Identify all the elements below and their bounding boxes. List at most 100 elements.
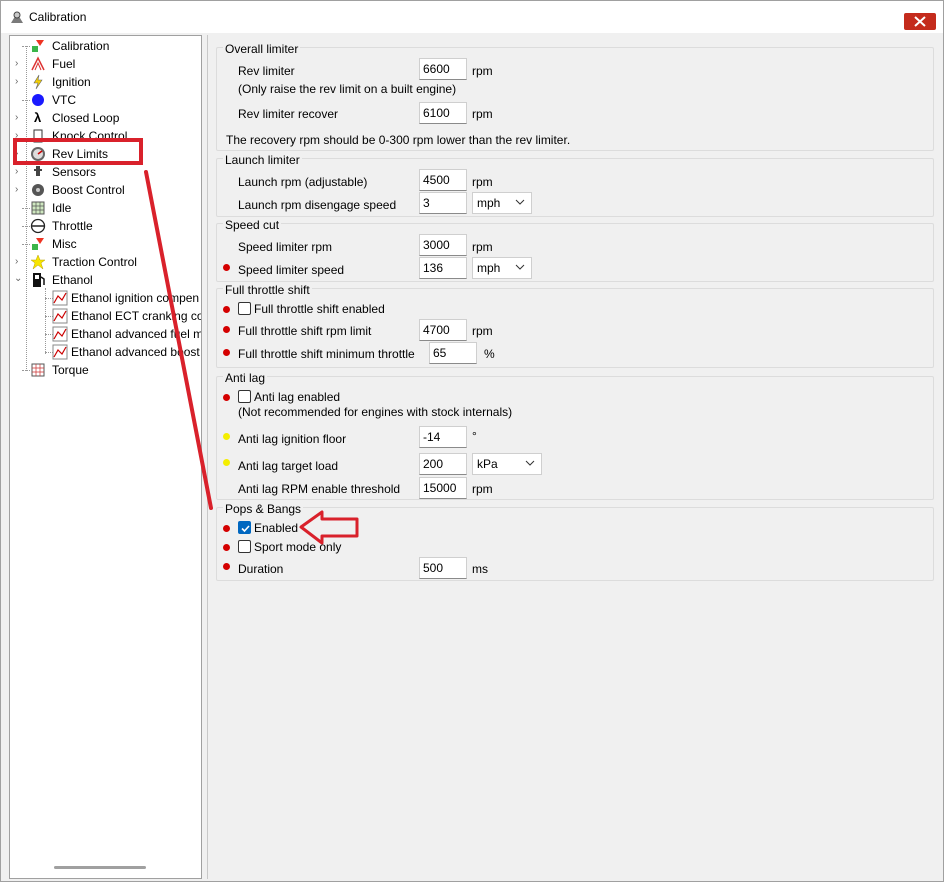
anti-lag-target-load-label: Anti lag target load — [238, 459, 339, 473]
fuel-icon — [31, 56, 45, 71]
full-throttle-rpm-limit-label: Full throttle shift rpm limit — [238, 324, 372, 338]
full-throttle-rpm-limit-input[interactable]: 4700 — [419, 319, 467, 341]
traction-icon — [30, 254, 46, 270]
anti-lag-enabled-checkbox[interactable] — [238, 390, 251, 403]
unit-label: rpm — [472, 324, 493, 338]
pops-bangs-enabled-checkbox[interactable] — [238, 521, 251, 534]
tree-item-calibration[interactable]: Calibration — [10, 37, 200, 55]
required-dot-icon — [223, 264, 230, 271]
speed-limiter-rpm-label: Speed limiter rpm — [238, 240, 333, 254]
tree-item-ethanol-ect-cranking[interactable]: Ethanol ECT cranking co — [10, 307, 201, 325]
duration-label: Duration — [238, 562, 284, 576]
speed-limiter-unit-select[interactable]: mph — [472, 257, 532, 279]
group-speed-cut: Speed cut Speed limiter rpm 3000 rpm Spe… — [216, 218, 934, 282]
sport-mode-only-checkbox[interactable] — [238, 540, 251, 553]
required-dot-icon — [223, 326, 230, 333]
chevron-right-icon[interactable]: › — [15, 256, 25, 268]
duration-input[interactable]: 500 — [419, 557, 467, 579]
chevron-down-icon — [515, 199, 525, 205]
chevron-right-icon[interactable]: › — [15, 166, 25, 178]
anti-lag-ignition-floor-label: Anti lag ignition floor — [238, 432, 347, 446]
launch-disengage-input[interactable]: 3 — [419, 192, 467, 214]
group-title: Launch limiter — [223, 153, 302, 167]
launch-disengage-unit-select[interactable]: mph — [472, 192, 532, 214]
tree-item-ethanol-advanced-boost[interactable]: Ethanol advanced boost — [10, 343, 200, 361]
rev-limiter-recover-input[interactable]: 6100 — [419, 102, 467, 124]
ignition-icon — [33, 74, 43, 90]
group-title: Anti lag — [223, 371, 268, 385]
chevron-right-icon[interactable]: › — [15, 184, 25, 196]
tree-item-torque[interactable]: Torque — [10, 361, 200, 379]
anti-lag-target-load-unit-select[interactable]: kPa — [472, 453, 542, 475]
unit-label: rpm — [472, 240, 493, 254]
tree-item-ethanol[interactable]: ⌄ Ethanol — [10, 271, 200, 289]
tree-item-idle[interactable]: Idle — [10, 199, 200, 217]
rev-limiter-note: (Only raise the rev limit on a built eng… — [238, 82, 457, 96]
speed-limiter-rpm-input[interactable]: 3000 — [419, 234, 467, 256]
table-graph-icon — [52, 308, 68, 324]
speed-limiter-speed-input[interactable]: 136 — [419, 257, 467, 279]
tree-item-closed-loop[interactable]: › λ Closed Loop — [10, 109, 200, 127]
unit-label: rpm — [472, 64, 493, 78]
close-icon — [914, 16, 926, 27]
misc-icon — [32, 238, 44, 250]
tree-item-boost-control[interactable]: › Boost Control — [10, 181, 200, 199]
group-title: Full throttle shift — [223, 283, 312, 297]
tree-item-misc[interactable]: Misc — [10, 235, 200, 253]
unit-label: % — [484, 347, 495, 361]
tree-item-ethanol-advanced-fuel[interactable]: Ethanol advanced fuel m — [10, 325, 201, 343]
unit-label: rpm — [472, 107, 493, 121]
calibration-icon — [32, 40, 44, 52]
full-throttle-min-throttle-input[interactable]: 65 — [429, 342, 477, 364]
group-title: Pops & Bangs — [223, 502, 304, 516]
torque-icon — [31, 363, 45, 377]
anti-lag-target-load-input[interactable]: 200 — [419, 453, 467, 475]
unit-label: ° — [472, 429, 477, 443]
chevron-right-icon[interactable]: › — [15, 112, 25, 124]
speed-limiter-speed-label: Speed limiter speed — [238, 263, 345, 277]
tree-item-traction-control[interactable]: › Traction Control — [10, 253, 200, 271]
group-title: Overall limiter — [223, 42, 301, 56]
anti-lag-note: (Not recommended for engines with stock … — [238, 405, 513, 419]
calibration-app-icon — [11, 11, 23, 23]
unit-label: ms — [472, 562, 488, 576]
rev-limiter-input[interactable]: 6600 — [419, 58, 467, 80]
tree-item-throttle[interactable]: Throttle — [10, 217, 200, 235]
anti-lag-rpm-threshold-input[interactable]: 15000 — [419, 477, 467, 499]
chevron-right-icon[interactable]: › — [15, 76, 25, 88]
chevron-down-icon — [525, 460, 535, 466]
chevron-down-icon — [515, 264, 525, 270]
tree-item-sensors[interactable]: › Sensors — [10, 163, 200, 181]
title-bar[interactable]: Calibration — [1, 1, 943, 33]
tree-item-fuel[interactable]: › Fuel — [10, 55, 200, 73]
lambda-icon: λ — [34, 110, 42, 125]
tree-item-ignition[interactable]: › Ignition — [10, 73, 200, 91]
idle-icon — [31, 201, 45, 215]
required-dot-icon — [223, 394, 230, 401]
annotation-highlight-box — [13, 138, 143, 165]
chevron-right-icon[interactable]: › — [15, 58, 25, 70]
group-pops-bangs: Pops & Bangs Enabled Sport mode only Dur… — [216, 502, 934, 581]
tree-horizontal-scrollbar[interactable] — [54, 866, 146, 869]
anti-lag-enabled-label: Anti lag enabled — [254, 390, 341, 404]
unit-label: rpm — [472, 175, 493, 189]
vtc-icon — [32, 94, 44, 106]
group-overall-limiter: Overall limiter Rev limiter 6600 rpm (On… — [216, 42, 934, 151]
group-anti-lag: Anti lag Anti lag enabled (Not recommend… — [216, 371, 934, 500]
tree-item-ethanol-ignition[interactable]: Ethanol ignition compen — [10, 289, 200, 307]
chevron-down-icon[interactable]: ⌄ — [14, 273, 24, 285]
table-graph-icon — [52, 290, 68, 306]
window-title: Calibration — [29, 10, 87, 24]
launch-rpm-input[interactable]: 4500 — [419, 169, 467, 191]
rev-limiter-label: Rev limiter — [238, 64, 295, 78]
tree-item-vtc[interactable]: VTC — [10, 91, 200, 109]
full-throttle-min-throttle-label: Full throttle shift minimum throttle — [238, 347, 415, 361]
anti-lag-ignition-floor-input[interactable]: -14 — [419, 426, 467, 448]
close-button[interactable] — [904, 13, 936, 30]
full-throttle-shift-enabled-label: Full throttle shift enabled — [254, 302, 385, 316]
sensors-icon — [34, 166, 42, 176]
calibration-window: Calibration Calibration › Fuel › Ignitio… — [0, 0, 944, 882]
required-dot-icon — [223, 306, 230, 313]
full-throttle-shift-checkbox[interactable] — [238, 302, 251, 315]
table-graph-icon — [52, 344, 68, 360]
